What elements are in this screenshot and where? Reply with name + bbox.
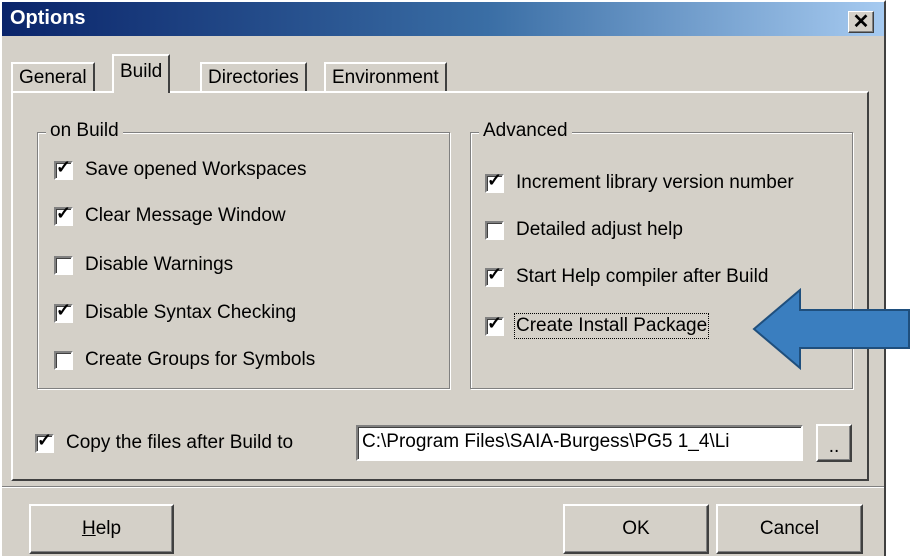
checkbox-box[interactable] xyxy=(54,255,73,275)
copy-path-input[interactable]: C:\Program Files\SAIA-Burgess\PG5 1_4\Li xyxy=(356,425,803,461)
tab-general[interactable]: General xyxy=(11,62,95,92)
checkbox-box[interactable]: ✓ xyxy=(54,299,73,323)
create-groups-checkbox[interactable]: Create Groups for Symbols xyxy=(54,349,315,371)
tab-build[interactable]: Build xyxy=(112,54,171,93)
browse-label: .. xyxy=(828,436,840,457)
help-button[interactable]: Help xyxy=(29,504,174,554)
check-icon: ✓ xyxy=(56,156,72,177)
checkbox-label: Disable Syntax Checking xyxy=(85,302,297,323)
cancel-button[interactable]: Cancel xyxy=(716,504,863,554)
browse-button[interactable]: .. xyxy=(816,424,852,462)
checkbox-label: Start Help compiler after Build xyxy=(516,266,769,287)
checkbox-box[interactable]: ✓ xyxy=(485,263,504,287)
checkbox-label: Copy the files after Build to xyxy=(66,432,294,453)
checkbox-box[interactable]: ✓ xyxy=(485,169,504,193)
checkbox-label: Increment library version number xyxy=(516,172,794,193)
checkbox-box[interactable] xyxy=(485,220,504,240)
increment-version-checkbox[interactable]: ✓ Increment library version number xyxy=(485,169,794,194)
checkbox-box[interactable]: ✓ xyxy=(54,156,73,180)
check-icon: ✓ xyxy=(56,299,72,320)
close-button[interactable]: ✕ xyxy=(848,11,874,33)
group-label: Advanced xyxy=(479,120,572,142)
help-rest: elp xyxy=(95,518,122,539)
start-help-compiler-checkbox[interactable]: ✓ Start Help compiler after Build xyxy=(485,263,769,288)
group-label: on Build xyxy=(46,120,123,142)
arrow-shape xyxy=(752,288,910,370)
ok-button[interactable]: OK xyxy=(563,504,709,554)
tab-label: General xyxy=(19,67,87,88)
checkbox-box[interactable]: ✓ xyxy=(54,202,73,226)
tab-label: Environment xyxy=(332,67,439,88)
ok-label: OK xyxy=(622,518,650,539)
title-bar[interactable]: Options ✕ xyxy=(2,2,884,36)
clear-message-window-checkbox[interactable]: ✓ Clear Message Window xyxy=(54,202,286,227)
check-icon: ✓ xyxy=(487,263,503,284)
close-icon: ✕ xyxy=(852,11,870,33)
checkbox-label: Detailed adjust help xyxy=(516,219,683,240)
tab-directories[interactable]: Directories xyxy=(200,62,307,92)
check-icon: ✓ xyxy=(37,429,53,450)
check-icon: ✓ xyxy=(56,202,72,223)
window-title: Options xyxy=(10,7,86,29)
check-icon: ✓ xyxy=(487,312,503,333)
save-workspaces-checkbox[interactable]: ✓ Save opened Workspaces xyxy=(54,156,307,181)
options-dialog: Options ✕ General Build Directories Envi… xyxy=(0,0,886,556)
cancel-label: Cancel xyxy=(759,518,820,539)
tab-label: Directories xyxy=(208,67,299,88)
detailed-adjust-help-checkbox[interactable]: Detailed adjust help xyxy=(485,219,683,241)
checkbox-box[interactable]: ✓ xyxy=(35,429,54,453)
tab-environment[interactable]: Environment xyxy=(324,62,447,92)
checkbox-label: Create Install Package xyxy=(513,313,710,339)
checkbox-label: Disable Warnings xyxy=(85,254,234,275)
check-icon: ✓ xyxy=(487,169,503,190)
separator xyxy=(2,486,884,488)
checkbox-box[interactable]: ✓ xyxy=(485,312,504,336)
tab-label: Build xyxy=(120,60,163,82)
checkbox-label: Clear Message Window xyxy=(85,205,286,226)
copy-files-checkbox[interactable]: ✓ Copy the files after Build to xyxy=(35,429,294,454)
create-install-package-checkbox[interactable]: ✓ Create Install Package xyxy=(485,312,710,339)
checkbox-label: Save opened Workspaces xyxy=(85,159,307,180)
disable-warnings-checkbox[interactable]: Disable Warnings xyxy=(54,254,233,276)
checkbox-label: Create Groups for Symbols xyxy=(85,349,316,370)
annotation-arrow-icon xyxy=(752,288,910,370)
checkbox-box[interactable] xyxy=(54,350,73,370)
help-button-label: Help xyxy=(82,518,121,540)
disable-syntax-checking-checkbox[interactable]: ✓ Disable Syntax Checking xyxy=(54,299,297,324)
help-mnemonic: H xyxy=(81,518,96,539)
